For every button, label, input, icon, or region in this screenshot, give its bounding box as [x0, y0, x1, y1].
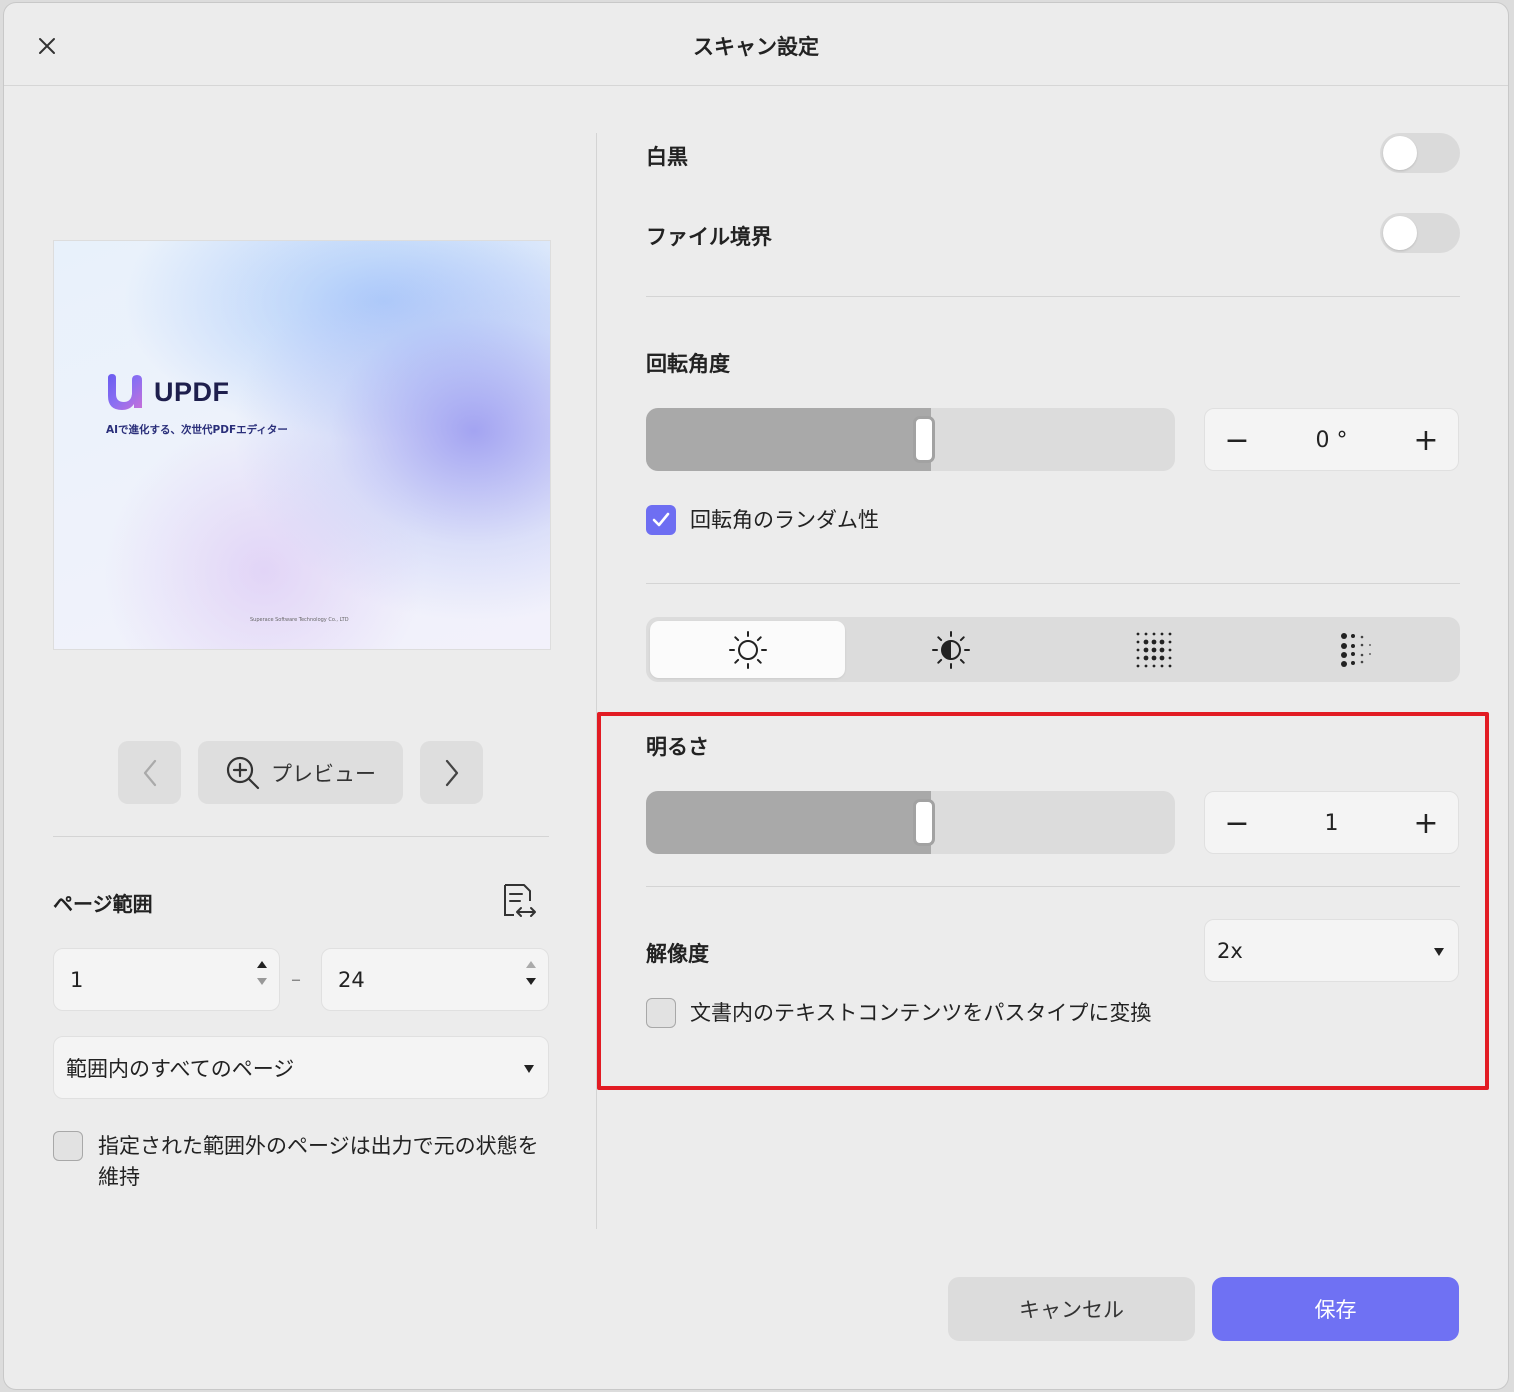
chevron-down-icon [524, 1065, 534, 1073]
random-rotation-label: 回転角のランダム性 [690, 508, 879, 532]
page-preview-image: UPDF AIで進化する、次世代PDFエディター Superace Softwa… [53, 240, 551, 650]
page-from-stepper[interactable] [257, 961, 267, 985]
divider [646, 583, 1460, 584]
page-to-value: 24 [338, 967, 365, 992]
page-subset-value: 範囲内のすべてのページ [66, 1056, 295, 1081]
rotation-label: 回転角度 [646, 352, 730, 376]
page-to-field[interactable]: 24 [321, 948, 549, 1011]
rotation-slider-fill [646, 408, 931, 471]
page-range-swap-icon[interactable] [498, 881, 538, 921]
next-page-button[interactable] [420, 741, 483, 804]
cancel-button[interactable]: キャンセル [948, 1277, 1195, 1341]
rotation-stepper: − 0 ° + [1204, 408, 1459, 471]
highlight-annotation [597, 712, 1489, 1090]
rotation-decrement-button[interactable]: − [1207, 409, 1267, 472]
preview-button-label: プレビュー [271, 761, 376, 786]
updf-logo: UPDF [104, 372, 230, 412]
chevron-left-icon [143, 759, 156, 786]
scatter-dots-icon [1340, 632, 1371, 667]
keep-outside-pages-checkbox[interactable] [53, 1131, 83, 1161]
title-bar: スキャン設定 [4, 3, 1508, 86]
rotation-slider-thumb[interactable] [913, 416, 935, 463]
file-border-toggle[interactable] [1380, 213, 1460, 253]
page-to-stepper[interactable] [526, 961, 536, 985]
chevron-right-icon [445, 759, 458, 786]
logo-tagline: AIで進化する、次世代PDFエディター [106, 424, 288, 436]
tab-contrast[interactable] [853, 621, 1048, 678]
zoom-in-icon [226, 756, 260, 789]
logo-text: UPDF [154, 376, 230, 407]
rotation-slider[interactable] [646, 408, 1175, 471]
checkmark-icon [652, 512, 670, 527]
save-button[interactable]: 保存 [1212, 1277, 1459, 1341]
rotation-increment-button[interactable]: + [1396, 409, 1456, 472]
page-subset-select[interactable]: 範囲内のすべてのページ [53, 1036, 549, 1099]
preview-footer-text: Superace Software Technology Co., LTD [250, 617, 349, 623]
divider [646, 296, 1460, 297]
file-border-label: ファイル境界 [646, 225, 772, 249]
tab-noise[interactable] [1259, 621, 1454, 678]
page-range-label: ページ範囲 [53, 892, 153, 916]
rotation-value[interactable]: 0 ° [1265, 409, 1398, 472]
tab-sharpness[interactable] [1056, 621, 1251, 678]
range-separator: – [291, 967, 301, 991]
tab-brightness[interactable] [650, 621, 845, 678]
divider [53, 836, 549, 837]
brightness-icon [728, 630, 767, 669]
adjustment-tabs [646, 617, 1460, 682]
keep-outside-pages-label: 指定された範囲外のページは出力で元の状態を維持 [98, 1134, 539, 1189]
page-from-field[interactable]: 1 [53, 948, 280, 1011]
dialog-title: スキャン設定 [693, 35, 819, 59]
dot-grid-icon [1136, 632, 1171, 667]
previous-page-button[interactable] [118, 741, 181, 804]
bw-toggle[interactable] [1380, 133, 1460, 173]
page-from-value: 1 [70, 967, 84, 992]
updf-logo-icon [108, 374, 142, 410]
random-rotation-checkbox[interactable] [646, 505, 676, 535]
bw-label: 白黒 [646, 145, 688, 169]
preview-button[interactable]: プレビュー [198, 741, 403, 804]
contrast-icon [931, 630, 970, 669]
scan-settings-dialog: スキャン設定 UPDF AIで進化する、次世代PDFエディター Superace… [4, 3, 1508, 1389]
